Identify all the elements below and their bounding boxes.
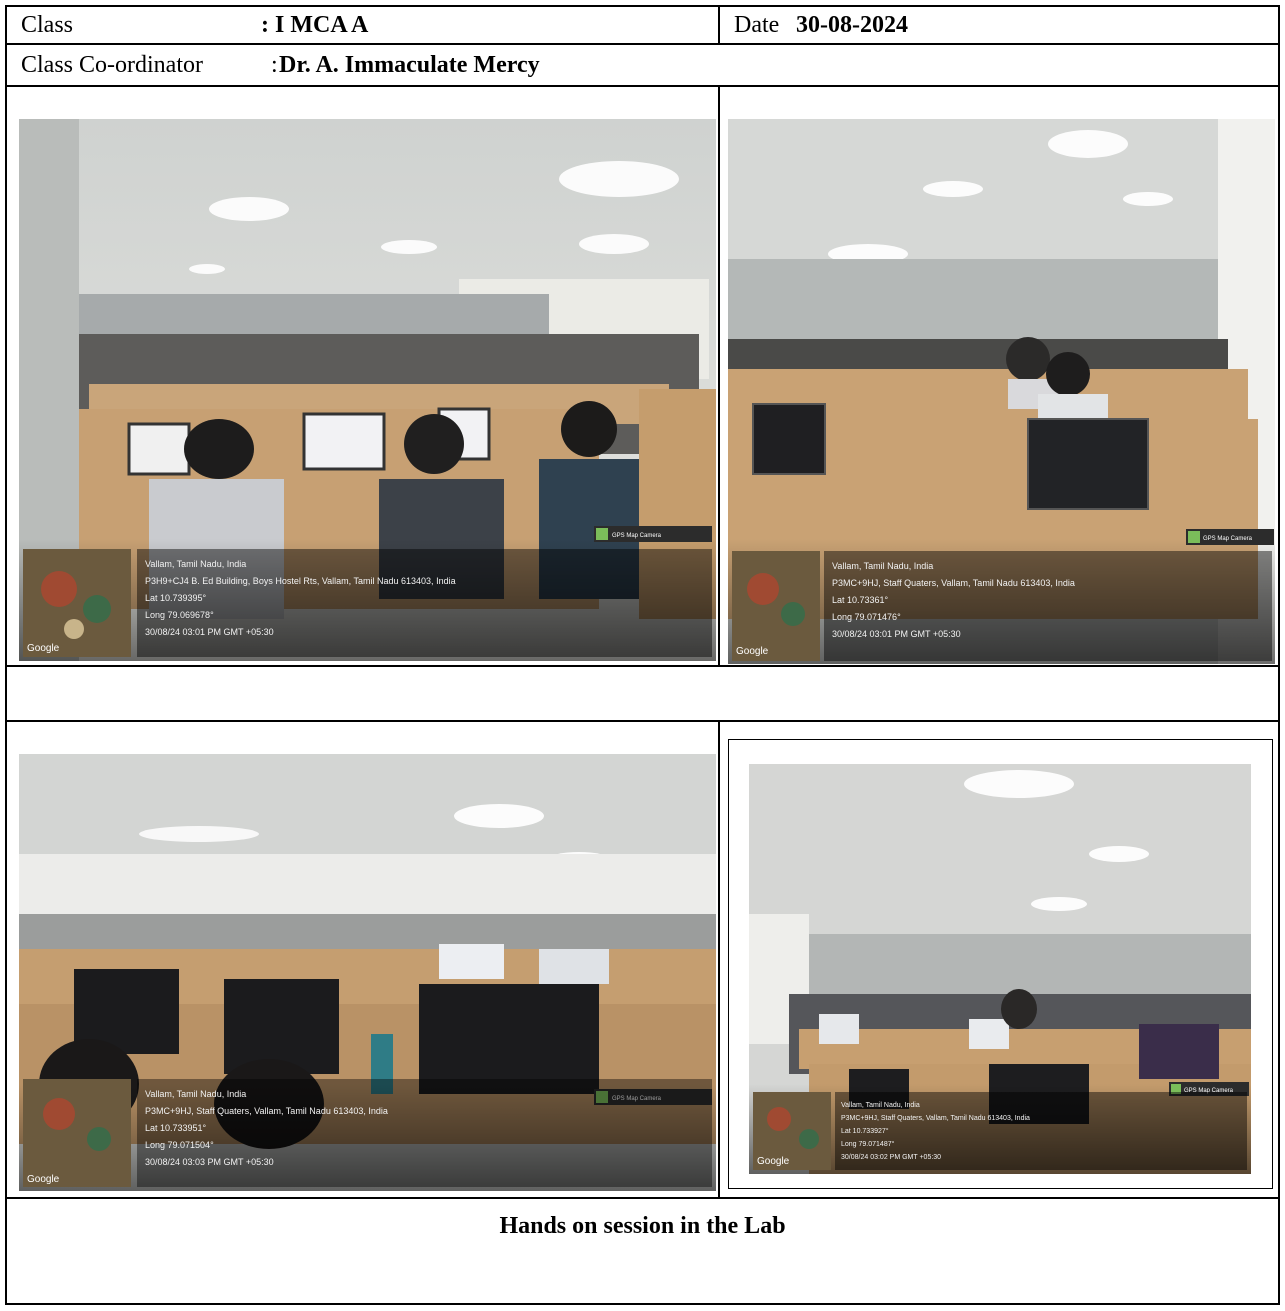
photo-location-title: Vallam, Tamil Nadu, India — [832, 561, 933, 571]
photo-row-bottom: GPS Map Camera Google Vallam, Tamil Nadu… — [7, 722, 1278, 1199]
coordinator-row: Class Co-ordinator : Dr. A. Immaculate M… — [7, 45, 1278, 87]
coordinator-separator: : — [271, 52, 278, 78]
class-value: : I MCA A — [261, 12, 369, 38]
photo-latitude: Lat 10.733951° — [145, 1123, 207, 1133]
photo-address: P3H9+CJ4 B. Ed Building, Boys Hostel Rts… — [145, 576, 456, 586]
report-table: Class : I MCA A Date 30-08-2024 Class Co… — [5, 5, 1280, 1305]
date-label: Date — [734, 12, 780, 38]
photo-location-title: Vallam, Tamil Nadu, India — [145, 559, 246, 569]
coordinator-name: Dr. A. Immaculate Mercy — [279, 52, 540, 78]
photo-address: P3MC+9HJ, Staff Quaters, Vallam, Tamil N… — [832, 578, 1075, 588]
photo-location-title: Vallam, Tamil Nadu, India — [145, 1089, 246, 1099]
photo-timestamp: 30/08/24 03:01 PM GMT +05:30 — [832, 629, 961, 639]
lab-photo-1: GPS Map Camera Google Vallam, Tamil Nadu… — [19, 119, 716, 661]
lab-photo-3-image: GPS Map Camera Google Vallam, Tamil Nadu… — [19, 754, 716, 1191]
map-google-label: Google — [757, 1156, 790, 1167]
photo-address: P3MC+9HJ, Staff Quaters, Vallam, Tamil N… — [841, 1115, 1030, 1122]
gps-badge: GPS Map Camera — [1203, 536, 1253, 542]
class-label: Class — [21, 12, 74, 38]
photo-timestamp: 30/08/24 03:02 PM GMT +05:30 — [841, 1154, 941, 1161]
lab-photo-1-image: GPS Map Camera Google Vallam, Tamil Nadu… — [19, 119, 716, 661]
coordinator-label: Class Co-ordinator — [21, 52, 203, 78]
photo-longitude: Long 79.071504° — [145, 1140, 214, 1150]
map-google-label: Google — [736, 646, 769, 657]
photo-timestamp: 30/08/24 03:03 PM GMT +05:30 — [145, 1157, 274, 1167]
column-divider — [718, 7, 720, 43]
photo-row-top: GPS Map Camera Google Vallam, Tamil Nadu… — [7, 87, 1278, 667]
class-date-row: Class : I MCA A Date 30-08-2024 — [7, 7, 1278, 45]
lab-photo-2-image: GPS Map Camera Google Vallam, Tamil Nadu… — [728, 119, 1275, 664]
photo-timestamp: 30/08/24 03:01 PM GMT +05:30 — [145, 627, 274, 637]
lab-photo-4-frame: GPS Map Camera Google Vallam, Tamil Nadu… — [728, 739, 1273, 1189]
photo-address: P3MC+9HJ, Staff Quaters, Vallam, Tamil N… — [145, 1106, 388, 1116]
caption: Hands on session in the Lab — [499, 1213, 786, 1239]
gps-badge: GPS Map Camera — [612, 533, 662, 539]
map-google-label: Google — [27, 643, 60, 654]
lab-photo-4: GPS Map Camera Google Vallam, Tamil Nadu… — [749, 764, 1251, 1174]
lab-photo-3: GPS Map Camera Google Vallam, Tamil Nadu… — [19, 754, 716, 1191]
empty-row — [7, 667, 1278, 722]
photo-longitude: Long 79.071487° — [841, 1140, 895, 1148]
column-divider — [718, 722, 720, 1197]
photo-latitude: Lat 10.733927° — [841, 1127, 889, 1135]
map-google-label: Google — [27, 1174, 60, 1185]
photo-latitude: Lat 10.739395° — [145, 593, 207, 603]
photo-longitude: Long 79.071476° — [832, 612, 901, 622]
caption-row: Hands on session in the Lab — [7, 1199, 1278, 1303]
photo-location-title: Vallam, Tamil Nadu, India — [841, 1102, 920, 1109]
lab-photo-2: GPS Map Camera Google Vallam, Tamil Nadu… — [728, 119, 1275, 664]
photo-latitude: Lat 10.73361° — [832, 595, 889, 605]
date-value: 30-08-2024 — [796, 12, 908, 38]
column-divider — [718, 87, 720, 665]
lab-photo-4-image: GPS Map Camera Google Vallam, Tamil Nadu… — [749, 764, 1251, 1174]
photo-longitude: Long 79.069678° — [145, 610, 214, 620]
